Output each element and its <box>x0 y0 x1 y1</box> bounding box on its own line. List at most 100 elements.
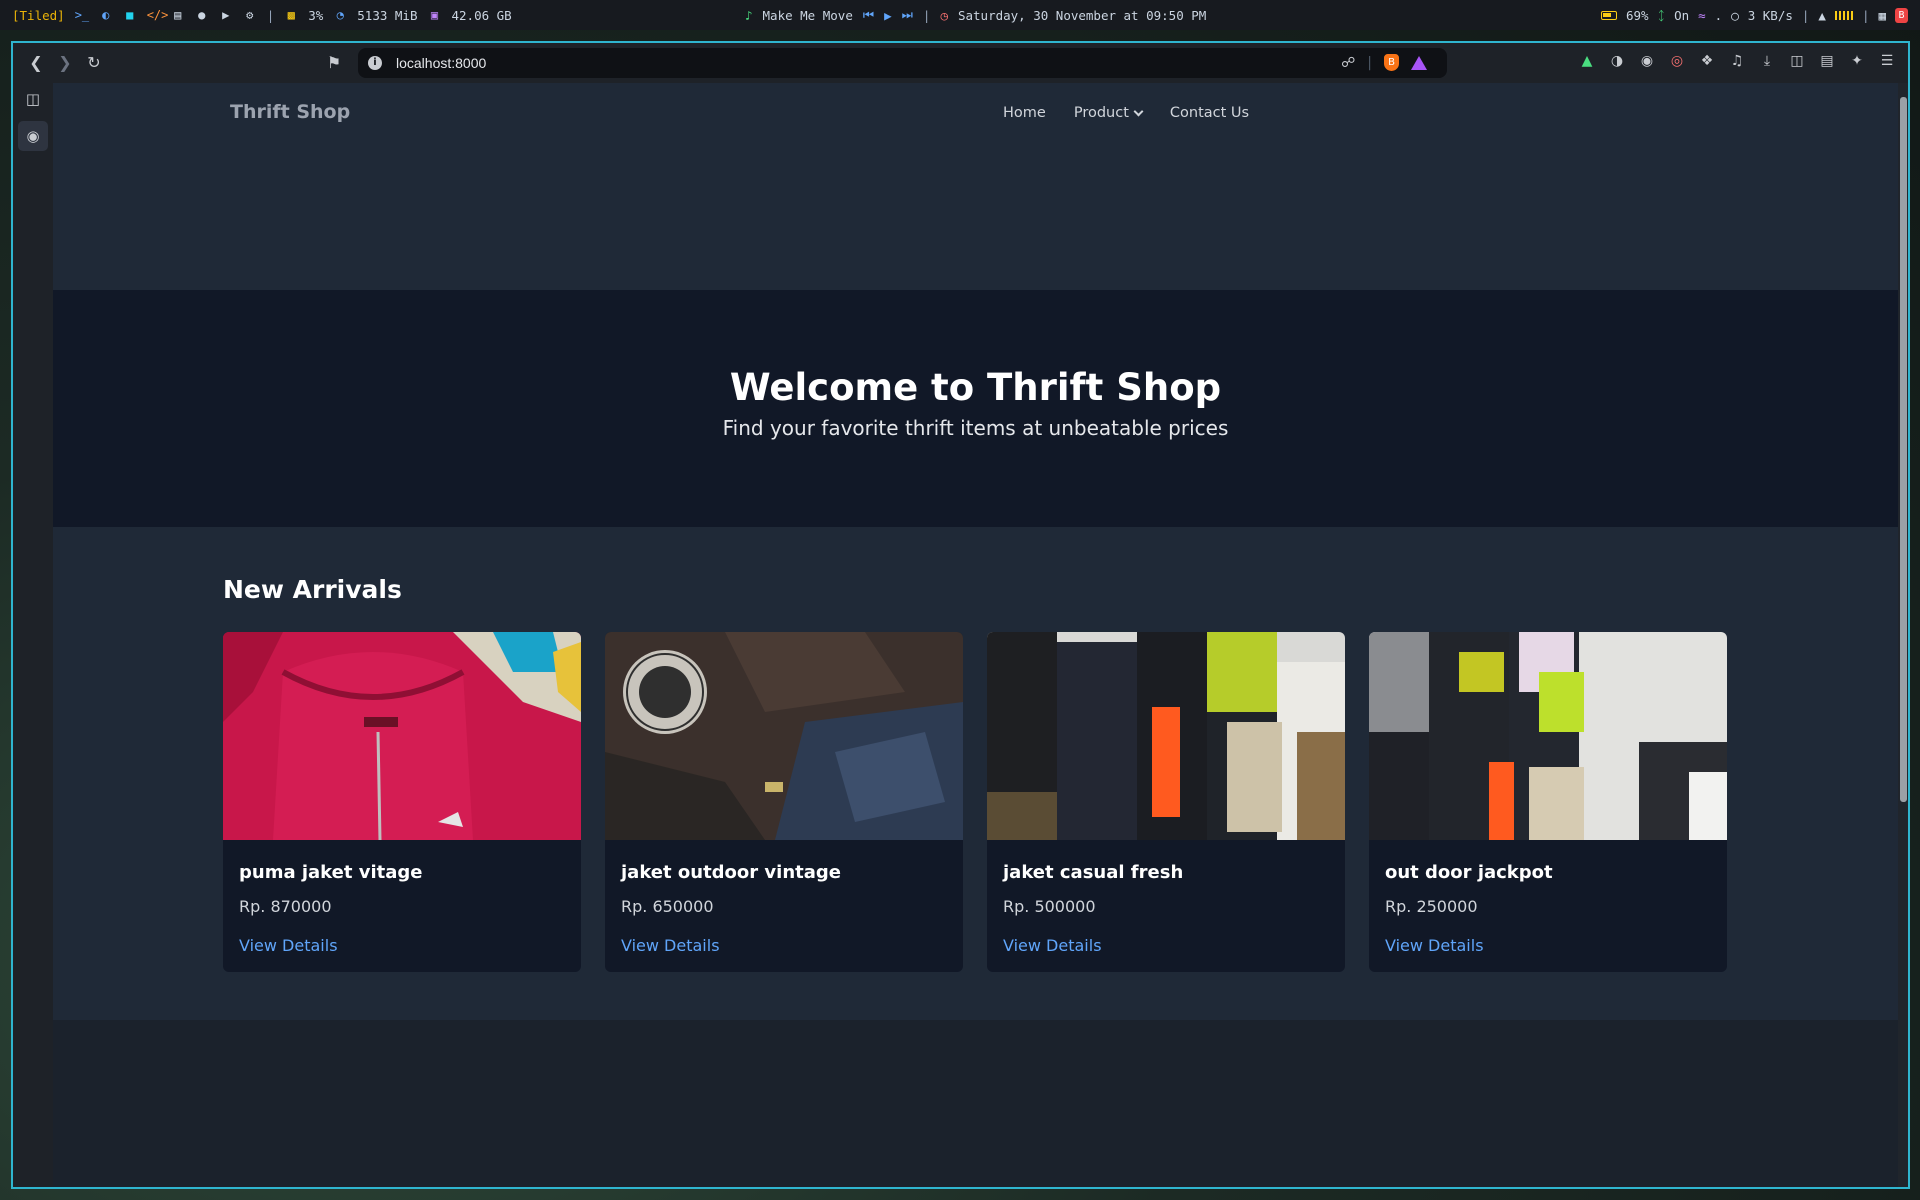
media-previous-icon[interactable]: ⏮ <box>863 7 874 23</box>
browser-toolbar: ❮ ❯ ↻ ⚑ i localhost:8000 ☍ | B ▲ ◑ ◉ ◎ ❖… <box>13 43 1908 83</box>
browser-icon[interactable]: ◐ <box>99 8 113 22</box>
brave-shields-icon[interactable]: B <box>1384 54 1399 71</box>
product-price: Rp. 500000 <box>1003 897 1096 916</box>
separator: | <box>922 7 931 23</box>
cpu-usage: 3% <box>308 7 324 23</box>
clock-icon: ◷ <box>940 7 948 23</box>
network-speed: 3 KB/s <box>1747 7 1793 23</box>
battery-level: 69% <box>1625 7 1649 23</box>
leo-ai-icon[interactable]: ✦ <box>1848 52 1866 70</box>
view-details-link[interactable]: View Details <box>1385 936 1484 955</box>
vpn-extension-icon[interactable]: ◎ <box>1668 52 1686 70</box>
folder-icon[interactable]: ■ <box>123 8 137 22</box>
hero-subtitle: Find your favorite thrift items at unbea… <box>722 416 1229 440</box>
cpu-icon: ▩ <box>287 8 295 22</box>
view-details-link[interactable]: View Details <box>621 936 720 955</box>
separator: | <box>1801 7 1810 23</box>
media-next-icon[interactable]: ⏭ <box>902 7 913 23</box>
site-brand[interactable]: Thrift Shop <box>230 101 350 123</box>
system-status-bar: [Tiled] >_ ◐ ■ </> ▤ ● ▶ ⚙ | ▩ 3% ◔ 5133… <box>0 0 1920 30</box>
product-image[interactable] <box>605 632 963 840</box>
product-title: jaket outdoor vintage <box>621 862 841 883</box>
workspace-layout-label[interactable]: [Tiled] <box>12 8 65 23</box>
product-title: jaket casual fresh <box>1003 862 1184 883</box>
product-price: Rp. 870000 <box>239 897 332 916</box>
nav-product[interactable]: Product <box>1073 105 1144 121</box>
sidebar-toggle-icon[interactable]: ◫ <box>1788 52 1806 70</box>
downloads-icon[interactable]: ⤓ <box>1758 52 1776 70</box>
network-speed-icon: ◯ <box>1731 7 1739 23</box>
reload-icon[interactable]: ↻ <box>83 52 105 74</box>
product-title: out door jackpot <box>1385 862 1553 883</box>
forward-arrow-icon[interactable]: ❯ <box>54 52 76 74</box>
hero-title: Welcome to Thrift Shop <box>729 366 1222 409</box>
extension-icon[interactable]: ◑ <box>1608 52 1626 70</box>
notes-icon[interactable]: ▤ <box>171 8 185 22</box>
brave-rewards-icon[interactable] <box>1411 55 1427 70</box>
nav-contact[interactable]: Contact Us <box>1170 105 1249 121</box>
volume-level-bars[interactable] <box>1834 10 1853 20</box>
media-play-icon[interactable]: ▶ <box>884 8 892 23</box>
product-card[interactable]: jaket outdoor vintage Rp. 650000 View De… <box>605 632 963 972</box>
extensions-bar: ▲ ◑ ◉ ◎ ❖ ♫ ⤓ ◫ ▤ ✦ ☰ <box>1578 52 1896 70</box>
terminal-icon[interactable]: >_ <box>75 8 89 22</box>
sidebar-panel-icon[interactable]: ◫ <box>22 88 44 110</box>
browser-window: ❮ ❯ ↻ ⚑ i localhost:8000 ☍ | B ▲ ◑ ◉ ◎ ❖… <box>11 41 1910 1189</box>
section-heading: New Arrivals <box>223 575 402 604</box>
page-viewport: Thrift Shop Home Product Contact Us Welc… <box>53 83 1908 1187</box>
chart-extension-icon[interactable]: ▲ <box>1578 52 1596 70</box>
wifi-status: . <box>1714 7 1723 23</box>
wallet-icon[interactable]: ▤ <box>1818 52 1836 70</box>
nav-links: Home Product Contact Us <box>1003 105 1249 121</box>
date-time[interactable]: Saturday, 30 November at 09:50 PM <box>958 8 1206 23</box>
site-navbar: Thrift Shop Home Product Contact Us <box>53 83 1898 290</box>
volume-icon[interactable]: ▲ <box>1818 8 1826 23</box>
battery-icon <box>1600 10 1617 20</box>
site-info-icon[interactable]: i <box>368 56 382 70</box>
chat-icon[interactable]: ● <box>195 8 209 22</box>
back-arrow-icon[interactable]: ❮ <box>25 52 47 74</box>
product-card[interactable]: puma jaket vitage Rp. 870000 View Detail… <box>223 632 581 972</box>
globe-icon[interactable]: ◉ <box>18 121 48 151</box>
memory-usage: 5133 MiB <box>357 7 418 23</box>
disk-usage: 42.06 GB <box>451 7 512 23</box>
hero-section: Welcome to Thrift Shop Find your favorit… <box>53 290 1898 527</box>
code-editor-icon[interactable]: </> <box>147 8 169 22</box>
product-title: puma jaket vitage <box>239 862 423 883</box>
nav-product-label: Product <box>1073 105 1129 121</box>
clipboard-icon[interactable]: ▦ <box>1878 8 1886 23</box>
brave-tray-icon[interactable]: B <box>1895 7 1908 23</box>
product-image[interactable] <box>987 632 1345 840</box>
share-icon[interactable]: ☍ <box>1341 55 1355 71</box>
youtube-icon[interactable]: ▶ <box>219 8 233 22</box>
bookmark-icon[interactable]: ⚑ <box>323 52 345 74</box>
chevron-down-icon <box>1133 106 1144 116</box>
url-text[interactable]: localhost:8000 <box>396 55 486 71</box>
memory-icon: ◔ <box>336 8 344 22</box>
product-image[interactable] <box>223 632 581 840</box>
record-extension-icon[interactable]: ◉ <box>1638 52 1656 70</box>
scrollbar-thumb[interactable] <box>1900 97 1907 802</box>
settings-icon[interactable]: ⚙ <box>243 8 257 22</box>
new-arrivals-section: New Arrivals puma jaket vitage Rp. 87000… <box>53 527 1898 1020</box>
address-bar[interactable]: i localhost:8000 ☍ | B <box>358 48 1447 78</box>
view-details-link[interactable]: View Details <box>1003 936 1102 955</box>
browser-sidebar: ◫ ◉ + <box>13 83 53 1187</box>
puzzle-extensions-icon[interactable]: ❖ <box>1698 52 1716 70</box>
menu-icon[interactable]: ☰ <box>1878 52 1896 70</box>
media-controls-icon[interactable]: ♫ <box>1728 52 1746 70</box>
page-scrollbar[interactable] <box>1898 83 1908 1187</box>
product-card[interactable]: jaket casual fresh Rp. 500000 View Detai… <box>987 632 1345 972</box>
product-card[interactable]: out door jackpot Rp. 250000 View Details <box>1369 632 1727 972</box>
product-image[interactable] <box>1369 632 1727 840</box>
view-details-link[interactable]: View Details <box>239 936 338 955</box>
separator: | <box>1861 7 1870 23</box>
wifi-icon[interactable]: ≈ <box>1698 8 1706 23</box>
bluetooth-status: On <box>1674 7 1690 23</box>
page-footer-space <box>53 1020 1898 1187</box>
separator: | <box>1367 54 1372 71</box>
disk-icon: ▣ <box>430 8 439 22</box>
music-track-title: Make Me Move <box>762 7 853 23</box>
bluetooth-icon[interactable]: ᛨ <box>1658 8 1666 23</box>
nav-home[interactable]: Home <box>1003 105 1046 121</box>
